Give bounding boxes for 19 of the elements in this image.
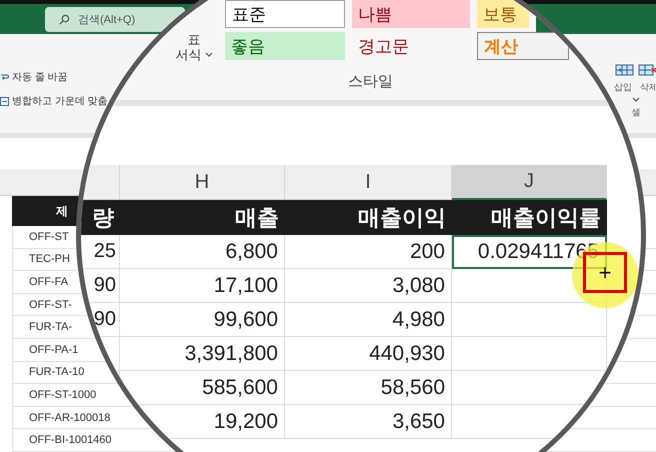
header-cell: 매출이익 <box>285 200 452 235</box>
table-cell: 3,391,800 <box>120 337 285 371</box>
table-cell: 440,930 <box>285 337 452 371</box>
table-cell: 200 <box>285 235 452 269</box>
table-cell: 19,200 <box>120 405 285 439</box>
group-label: 셀 <box>632 106 640 120</box>
table-cell: 585,600 <box>120 371 285 405</box>
table-cell: 3,650 <box>285 405 452 439</box>
header-cell: 매출 <box>120 200 285 235</box>
table-cell: 4,980 <box>285 303 452 337</box>
table-cell: 3,080 <box>285 269 452 303</box>
table-cell: 58,560 <box>285 371 452 405</box>
table-cell: 17,100 <box>120 269 285 303</box>
table-cell: 99,600 <box>120 303 285 337</box>
header-cell: 량 <box>81 200 120 235</box>
group-label: 스타일 <box>348 73 393 90</box>
header-cell: 매출이익률 <box>452 200 607 235</box>
table-cell: 25 <box>81 235 120 269</box>
table-cell: 6,800 <box>120 235 285 269</box>
